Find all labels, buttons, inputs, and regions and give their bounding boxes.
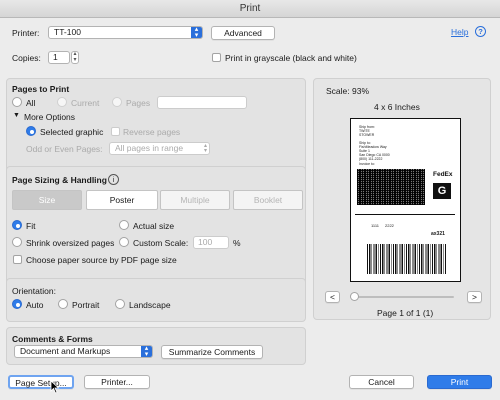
odd-even-select[interactable]: All pages in range ▴ ▾ [109, 142, 210, 155]
shrink-radio[interactable] [12, 237, 22, 247]
copies-label: Copies: [12, 53, 41, 63]
page-setup-button[interactable]: Page Setup... [8, 375, 74, 389]
chevron-updown-icon: ▴ ▾ [141, 345, 152, 358]
comments-select-value: Document and Markups [20, 346, 111, 356]
selected-graphic-label: Selected graphic [40, 127, 104, 137]
grayscale-label: Print in grayscale (black and white) [225, 53, 357, 63]
label-number-3: ax321 [431, 231, 445, 237]
help-link[interactable]: Help [451, 27, 468, 37]
pages-radio[interactable] [112, 97, 122, 107]
pages-label: Pages [126, 98, 151, 108]
actual-size-radio[interactable] [119, 220, 129, 230]
summarize-comments-button[interactable]: Summarize Comments [161, 345, 263, 359]
label-service-letter: G [437, 185, 447, 197]
info-icon[interactable]: i [108, 174, 119, 185]
page-preview: Ship from: TWITE STOWER Ship to: FishMea… [350, 118, 461, 282]
pages-title: Pages to Print [12, 84, 70, 94]
next-page-button[interactable]: > [467, 291, 482, 303]
copies-input[interactable]: 1 [48, 51, 70, 64]
advanced-button[interactable]: Advanced [211, 26, 275, 40]
label-number-2: 2222 [385, 223, 394, 228]
help-icon[interactable]: ? [475, 26, 486, 37]
fit-radio[interactable] [12, 220, 22, 230]
printer-select-value: TT-100 [54, 27, 81, 37]
landscape-label: Landscape [129, 300, 171, 310]
label-number-1: 1111 [371, 223, 380, 228]
percent-label: % [233, 238, 241, 248]
all-radio[interactable] [12, 97, 22, 107]
more-options-label[interactable]: More Options [24, 112, 75, 122]
tab-size[interactable]: Size [12, 190, 82, 210]
all-label: All [26, 98, 36, 108]
custom-scale-input[interactable]: 100 [193, 236, 229, 249]
custom-scale-radio[interactable] [119, 237, 129, 247]
comments-select[interactable]: Document and Markups ▴ ▾ [14, 345, 153, 358]
portrait-radio[interactable] [58, 299, 68, 309]
print-dialog: Printer: TT-100 ▴ ▾ Advanced Help ? Copie… [0, 18, 500, 400]
grayscale-checkbox[interactable] [212, 53, 221, 62]
tab-booklet[interactable]: Booklet [233, 190, 303, 210]
reverse-pages-label: Reverse pages [123, 127, 181, 137]
label-address-block: Ship from: TWITE STOWER Ship to: FishMea… [359, 125, 390, 166]
paper-source-label: Choose paper source by PDF page size [26, 255, 177, 265]
label-line: Invoice to: [359, 161, 375, 166]
tab-poster[interactable]: Poster [86, 190, 158, 210]
disclosure-triangle-icon[interactable]: ▼ [13, 112, 20, 119]
odd-even-label: Odd or Even Pages: [26, 144, 103, 154]
page-slider-track[interactable] [352, 296, 454, 298]
paper-source-checkbox[interactable] [13, 255, 22, 264]
printer-label: Printer: [12, 28, 40, 38]
actual-size-label: Actual size [133, 221, 175, 231]
orientation-title: Orientation: [12, 286, 56, 296]
page-sizing-title: Page Sizing & Handling [12, 175, 107, 185]
label-service-box: G [433, 183, 451, 199]
shrink-label: Shrink oversized pages [26, 238, 115, 248]
odd-even-value: All pages in range [115, 143, 184, 153]
label-barcode [367, 244, 447, 274]
chevron-updown-icon: ▴ ▾ [203, 143, 207, 154]
portrait-label: Portrait [72, 300, 100, 310]
label-divider [355, 214, 455, 215]
comments-title: Comments & Forms [12, 334, 93, 344]
tab-multiple[interactable]: Multiple [160, 190, 230, 210]
reverse-pages-checkbox[interactable] [111, 127, 120, 136]
chevron-updown-icon: ▴ ▾ [191, 26, 202, 39]
copies-stepper[interactable]: ▴ ▾ [71, 51, 79, 64]
page-size-text: 4 x 6 Inches [374, 102, 420, 112]
prev-page-button[interactable]: < [325, 291, 340, 303]
auto-radio[interactable] [12, 299, 22, 309]
print-button[interactable]: Print [427, 375, 492, 389]
mouse-cursor-icon [50, 380, 60, 394]
page-indicator: Page 1 of 1 (1) [377, 308, 434, 318]
fit-label: Fit [26, 221, 36, 231]
page-slider-thumb[interactable] [350, 292, 359, 301]
current-label: Current [71, 98, 100, 108]
window-titlebar: Print [0, 0, 500, 18]
label-2d-barcode [357, 169, 425, 205]
auto-label: Auto [26, 300, 44, 310]
scale-text: Scale: 93% [326, 86, 369, 96]
custom-scale-label: Custom Scale: [133, 238, 189, 248]
cancel-button[interactable]: Cancel [349, 375, 414, 389]
landscape-radio[interactable] [115, 299, 125, 309]
window-title: Print [239, 3, 261, 14]
pages-range-input[interactable] [157, 96, 247, 109]
current-radio[interactable] [57, 97, 67, 107]
selected-graphic-radio[interactable] [26, 126, 36, 136]
label-line: STOWER [359, 133, 375, 138]
printer-select[interactable]: TT-100 ▴ ▾ [48, 26, 203, 39]
printer-button[interactable]: Printer... [84, 375, 150, 389]
label-carrier-logo: FedEx [433, 171, 453, 178]
